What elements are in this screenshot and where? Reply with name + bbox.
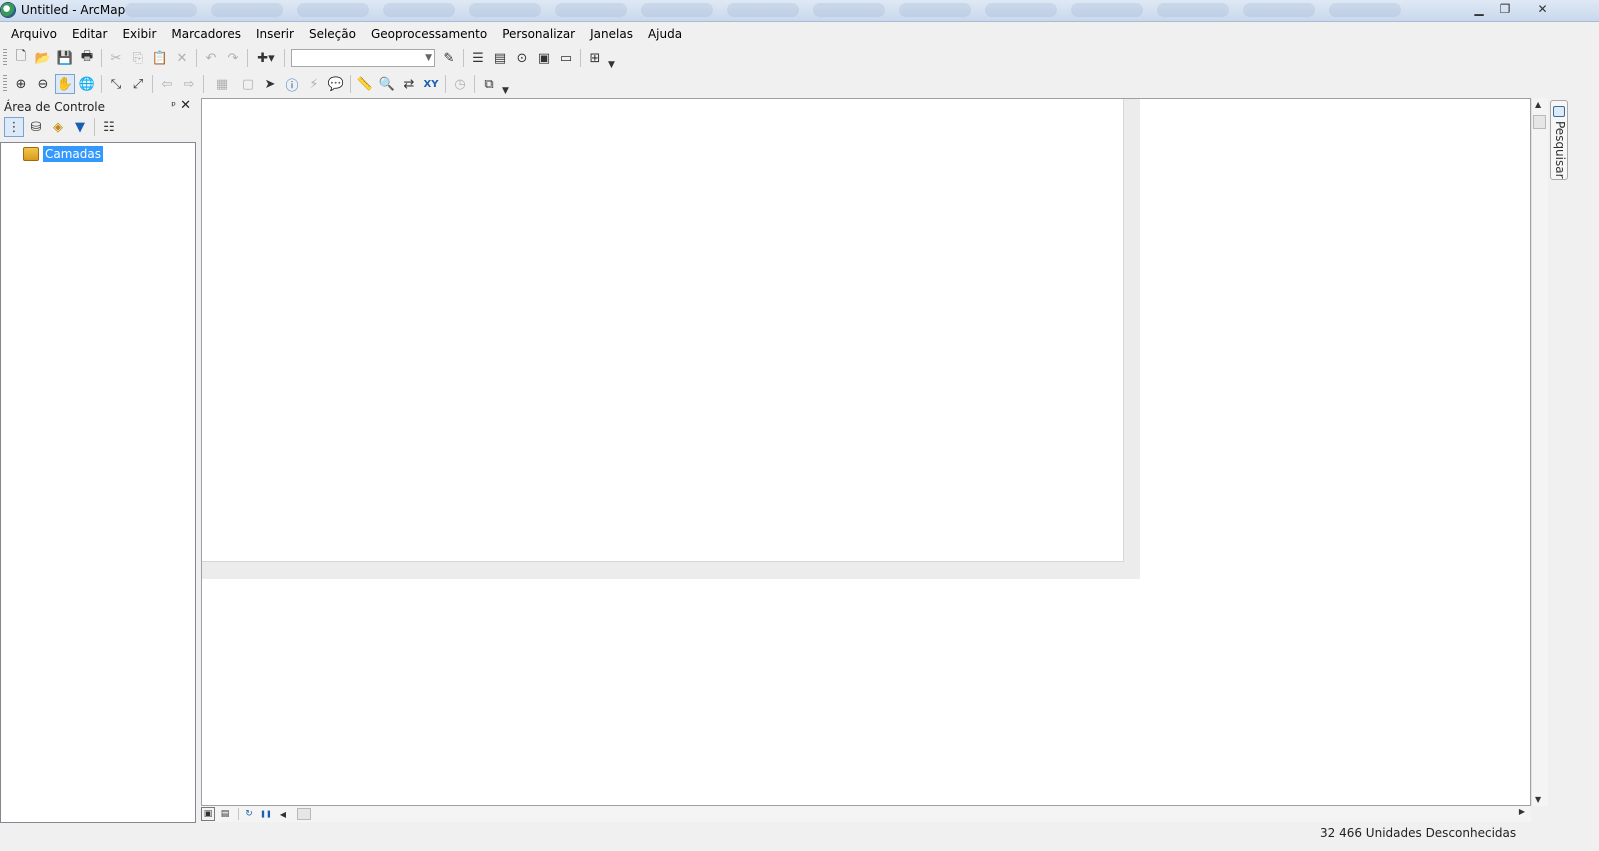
maximize-button[interactable]: ❐ — [1493, 0, 1517, 18]
add-data-icon[interactable]: ✚▾ — [252, 48, 280, 68]
zoom-out-icon[interactable]: ⊖ — [33, 74, 53, 94]
toc-header: Área de Controle ᵖ ✕ — [0, 98, 196, 116]
menu-inserir[interactable]: Inserir — [248, 23, 301, 45]
data-view-icon[interactable]: ▣ — [201, 807, 215, 821]
python-window-icon[interactable]: ▭ — [556, 48, 576, 68]
fixed-zoom-in-icon[interactable]: ⤡ — [106, 74, 126, 94]
clear-selection-icon[interactable]: ▢ — [238, 74, 258, 94]
forward-icon[interactable]: ⇨ — [179, 74, 199, 94]
toolbar-overflow-icon[interactable]: ▼ — [608, 60, 615, 70]
menu-personalizar[interactable]: Personalizar — [495, 23, 583, 45]
close-button[interactable]: ✕ — [1520, 0, 1565, 18]
editor-toolbar-icon[interactable]: ✎ — [439, 48, 459, 68]
status-coordinates: 32 466 Unidades Desconhecidas — [1320, 826, 1517, 840]
redo-icon[interactable]: ↷ — [223, 48, 243, 68]
menu-editar[interactable]: Editar — [64, 23, 115, 45]
catalog-window-icon[interactable]: ▤ — [490, 48, 510, 68]
standard-toolbar: 🗋 📂 💾 🖶 ✂ ⎘ 📋 ✕ ↶ ↷ ✚▾ ▼ ✎ ☰ ▤ ⊙ ▣ ▭ ⊞ ▼ — [0, 46, 620, 70]
toc-options-icon[interactable]: ☷ — [99, 117, 119, 137]
table-of-contents-panel: Área de Controle ᵖ ✕ ⋮ ⛁ ◈ ▼ ☷ Camadas — [0, 98, 196, 823]
menu-ajuda[interactable]: Ajuda — [640, 23, 689, 45]
scroll-left-icon[interactable]: ◀ — [276, 807, 290, 821]
taskbar-reflection — [125, 3, 1455, 19]
toolbar-handle[interactable] — [3, 49, 7, 67]
measure-icon[interactable]: 📏 — [355, 74, 375, 94]
refresh-icon[interactable]: ↻ — [242, 807, 256, 821]
list-by-source-icon[interactable]: ⛁ — [26, 117, 46, 137]
layers-node[interactable]: Camadas — [23, 146, 103, 162]
delete-icon[interactable]: ✕ — [172, 48, 192, 68]
paste-icon[interactable]: 📋 — [150, 48, 170, 68]
chevron-down-icon[interactable]: ▼ — [425, 50, 432, 66]
menu-arquivo[interactable]: Arquivo — [0, 23, 64, 45]
scroll-thumb[interactable] — [1533, 115, 1546, 129]
layout-page[interactable] — [202, 99, 1124, 562]
create-viewer-icon[interactable]: ⧉ — [479, 74, 499, 94]
time-slider-icon[interactable]: ◷ — [450, 74, 470, 94]
save-icon[interactable]: 💾 — [55, 48, 75, 68]
goto-xy-icon[interactable]: XY — [421, 74, 441, 94]
pause-drawing-icon[interactable]: ❚❚ — [259, 807, 273, 821]
table-of-contents-icon[interactable]: ☰ — [468, 48, 488, 68]
zoom-in-icon[interactable]: ⊕ — [11, 74, 31, 94]
fixed-zoom-out-icon[interactable]: ⤢ — [128, 74, 148, 94]
layers-icon — [23, 147, 39, 161]
map-layout-view[interactable] — [201, 98, 1531, 806]
full-extent-icon[interactable]: 🌐 — [77, 74, 97, 94]
search-window-icon[interactable]: ⊙ — [512, 48, 532, 68]
scroll-right-icon[interactable]: ▶ — [1519, 807, 1525, 816]
menu-bar: Arquivo Editar Exibir Marcadores Inserir… — [0, 23, 1599, 45]
tools-toolbar: ⊕ ⊖ ✋ 🌐 ⤡ ⤢ ⇦ ⇨ ▦ ▢ ➤ ⓘ ⚡ 💬 📏 🔍 ⇄ XY ◷ ⧉… — [0, 72, 520, 96]
search-window-icon — [1553, 106, 1565, 117]
pin-icon[interactable]: ᵖ — [171, 99, 176, 112]
html-popup-icon[interactable]: 💬 — [326, 74, 346, 94]
new-document-icon[interactable]: 🗋 — [11, 48, 31, 68]
horizontal-scroll-thumb[interactable] — [297, 808, 311, 820]
print-icon[interactable]: 🖶 — [77, 48, 97, 68]
map-scale-combo[interactable]: ▼ — [291, 49, 435, 67]
arcmap-icon — [1, 3, 15, 17]
undo-icon[interactable]: ↶ — [201, 48, 221, 68]
pan-icon[interactable]: ✋ — [55, 74, 75, 94]
select-elements-icon[interactable]: ➤ — [260, 74, 280, 94]
menu-exibir[interactable]: Exibir — [115, 23, 164, 45]
hyperlink-icon[interactable]: ⚡ — [304, 74, 324, 94]
toc-toolbar: ⋮ ⛁ ◈ ▼ ☷ — [0, 116, 196, 138]
title-bar: Untitled - ArcMap ▁ ❐ ✕ — [0, 0, 1599, 22]
modelbuilder-icon[interactable]: ⊞ — [585, 48, 605, 68]
toc-tree: Camadas — [0, 142, 196, 823]
select-features-icon[interactable]: ▦ — [208, 74, 236, 94]
find-route-icon[interactable]: ⇄ — [399, 74, 419, 94]
menu-selecao[interactable]: Seleção — [301, 23, 363, 45]
menu-marcadores[interactable]: Marcadores — [164, 23, 249, 45]
minimize-button[interactable]: ▁ — [1466, 0, 1492, 18]
toolbar-overflow-icon[interactable]: ▼ — [502, 86, 509, 96]
identify-icon[interactable]: ⓘ — [282, 74, 302, 94]
cut-icon[interactable]: ✂ — [106, 48, 126, 68]
scroll-down-icon[interactable]: ▼ — [1535, 795, 1541, 804]
layers-label[interactable]: Camadas — [43, 146, 103, 162]
menu-geoprocessamento[interactable]: Geoprocessamento — [363, 23, 494, 45]
find-icon[interactable]: 🔍 — [377, 74, 397, 94]
search-dock-tab[interactable]: Pesquisar — [1550, 100, 1568, 180]
copy-icon[interactable]: ⎘ — [128, 48, 148, 68]
scroll-up-icon[interactable]: ▲ — [1535, 100, 1541, 109]
list-by-visibility-icon[interactable]: ◈ — [48, 117, 68, 137]
layout-view-icon[interactable]: ▤ — [218, 807, 232, 821]
list-by-drawing-order-icon[interactable]: ⋮ — [4, 117, 24, 137]
view-toggle-bar: ▣ ▤ ↻ ❚❚ ◀ ▶ — [201, 806, 1531, 822]
vertical-scrollbar[interactable]: ▲ ▼ — [1531, 98, 1548, 806]
menu-janelas[interactable]: Janelas — [583, 23, 641, 45]
toolbar-handle[interactable] — [3, 75, 7, 93]
toc-title: Área de Controle — [4, 100, 106, 114]
close-icon[interactable]: ✕ — [180, 98, 191, 113]
list-by-selection-icon[interactable]: ▼ — [70, 117, 90, 137]
search-dock-label: Pesquisar — [1553, 121, 1567, 179]
open-icon[interactable]: 📂 — [33, 48, 53, 68]
window-title: Untitled - ArcMap — [21, 3, 126, 17]
arctoolbox-icon[interactable]: ▣ — [534, 48, 554, 68]
back-icon[interactable]: ⇦ — [157, 74, 177, 94]
